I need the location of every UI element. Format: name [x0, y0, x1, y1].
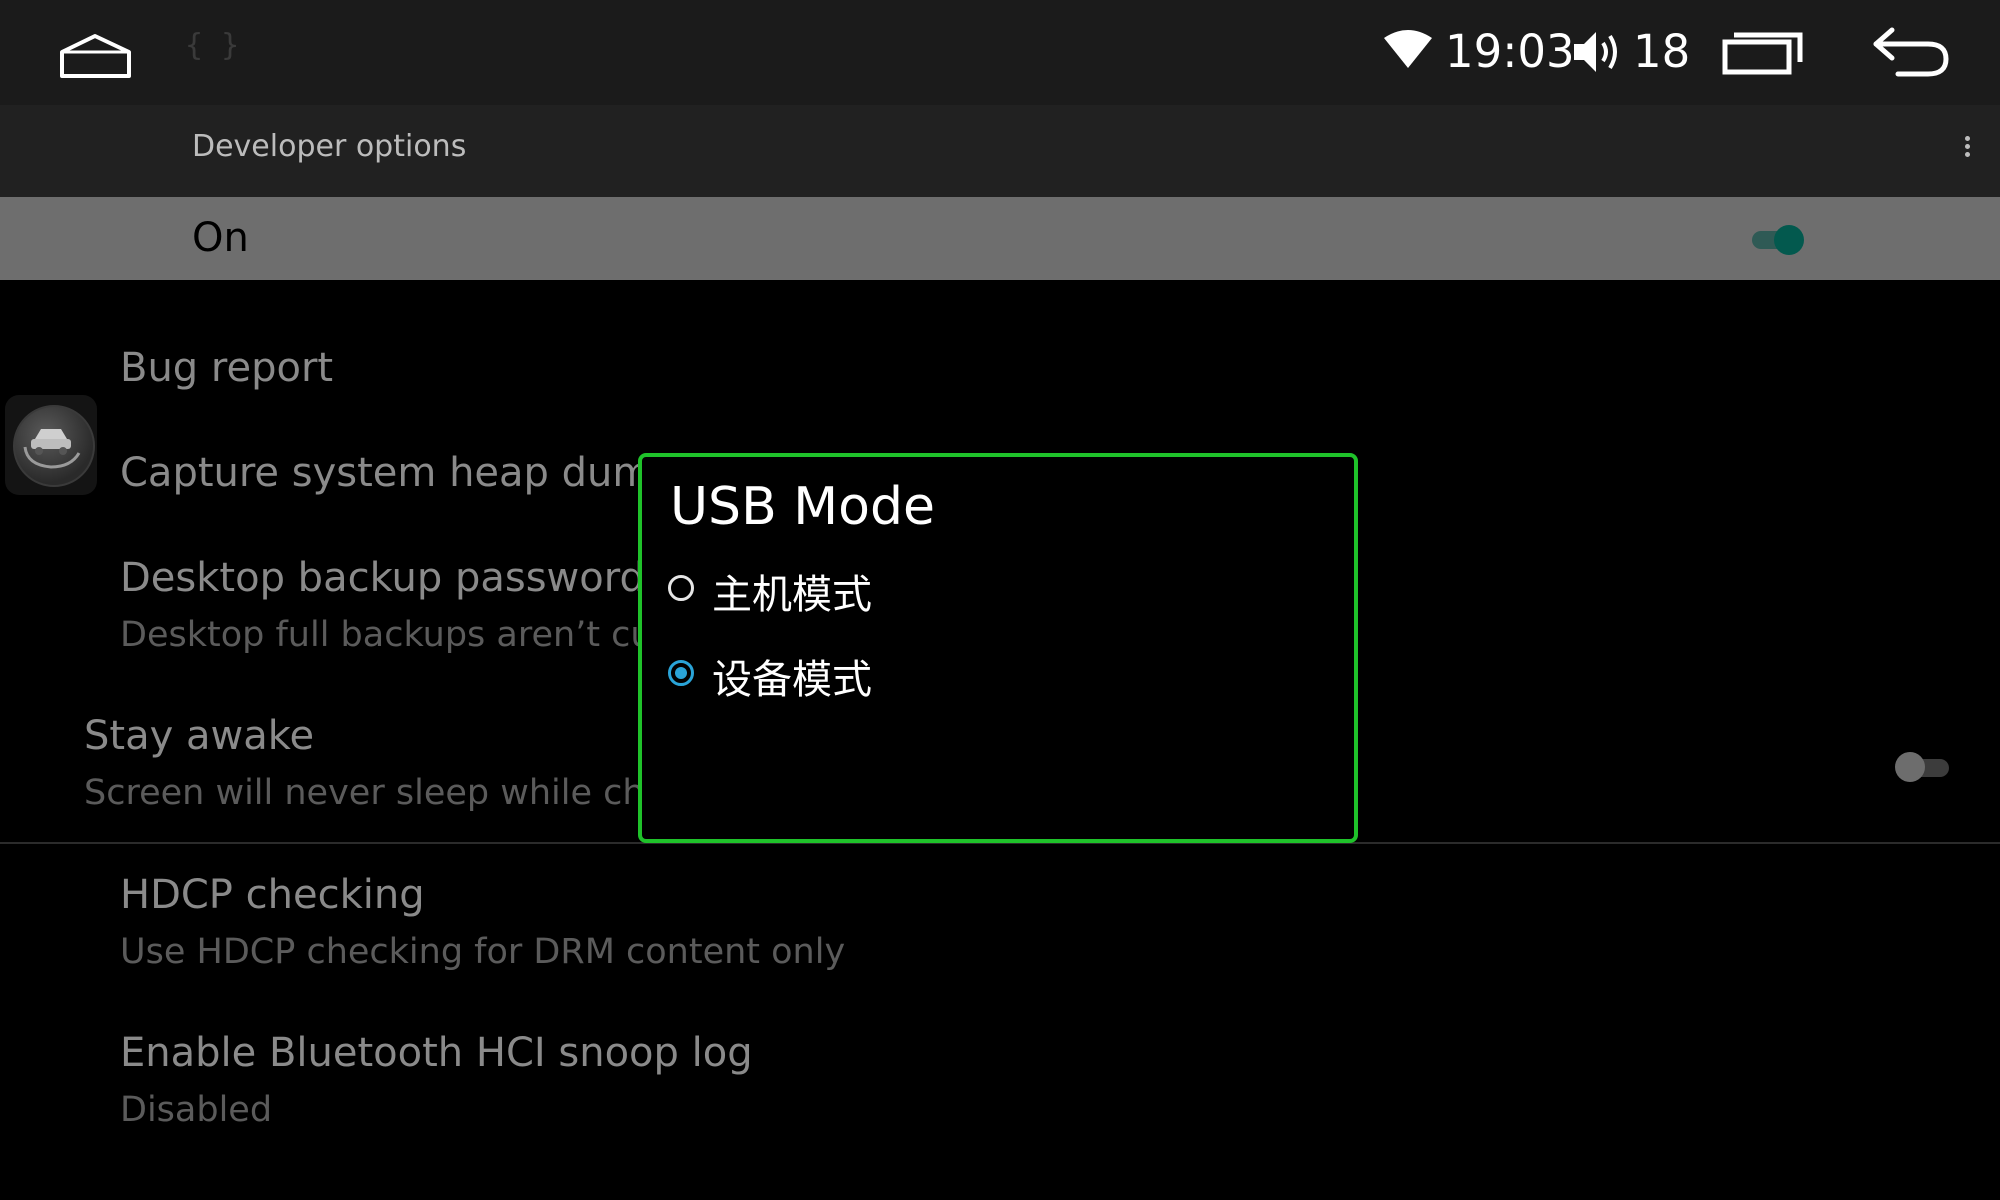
radio-option-host-mode[interactable]: 主机模式 [668, 567, 1308, 627]
backup-password-title[interactable]: Desktop backup password [120, 555, 645, 601]
bt-hci-title[interactable]: Enable Bluetooth HCI snoop log [120, 1030, 753, 1076]
volume-icon [1574, 32, 1617, 72]
radio-option-device-mode[interactable]: 设备模式 [668, 652, 1308, 712]
hdcp-summary: Use HDCP checking for DRM content only [120, 932, 846, 972]
stay-awake-toggle[interactable] [1895, 750, 1953, 784]
radio-label-device-mode: 设备模式 [712, 657, 872, 703]
page-title: Developer options [192, 129, 467, 164]
heap-dump-title[interactable]: Capture system heap dump [120, 450, 677, 496]
hdcp-title[interactable]: HDCP checking [120, 872, 425, 918]
home-icon[interactable] [58, 30, 133, 80]
stay-awake-title[interactable]: Stay awake [84, 713, 314, 759]
stay-awake-summary: Screen will never sleep while cha [84, 773, 667, 813]
usb-mode-dialog: USB Mode 主机模式 设备模式 [638, 453, 1358, 843]
status-bar: { } 19:03 18 [0, 0, 2000, 105]
wifi-icon [1384, 30, 1432, 68]
clock: 19:03 [1445, 25, 1575, 78]
bt-hci-summary: Disabled [120, 1090, 273, 1130]
android-screen: { } 19:03 18 Developer options On Bug re… [0, 0, 2000, 1200]
master-switch-label: On [192, 215, 249, 261]
recents-icon[interactable] [1722, 28, 1804, 76]
backup-password-summary: Desktop full backups aren’t cur [120, 615, 667, 655]
notification-glyph: { } [185, 28, 240, 63]
bug-report-title[interactable]: Bug report [120, 345, 333, 391]
car-icon [23, 429, 81, 469]
radio-button-checked[interactable] [668, 660, 694, 686]
radio-label-host-mode: 主机模式 [712, 572, 872, 618]
volume-level: 18 [1633, 25, 1691, 78]
dialog-title: USB Mode [670, 477, 935, 537]
back-icon[interactable] [1870, 22, 1952, 80]
action-bar: Developer options [0, 105, 2000, 197]
floating-car-assistant-button[interactable] [5, 395, 97, 495]
overflow-menu-icon[interactable] [1955, 133, 1979, 169]
master-toggle[interactable] [1750, 223, 1805, 255]
radio-button-unchecked[interactable] [668, 575, 694, 601]
developer-options-master-switch[interactable]: On [0, 197, 2000, 280]
